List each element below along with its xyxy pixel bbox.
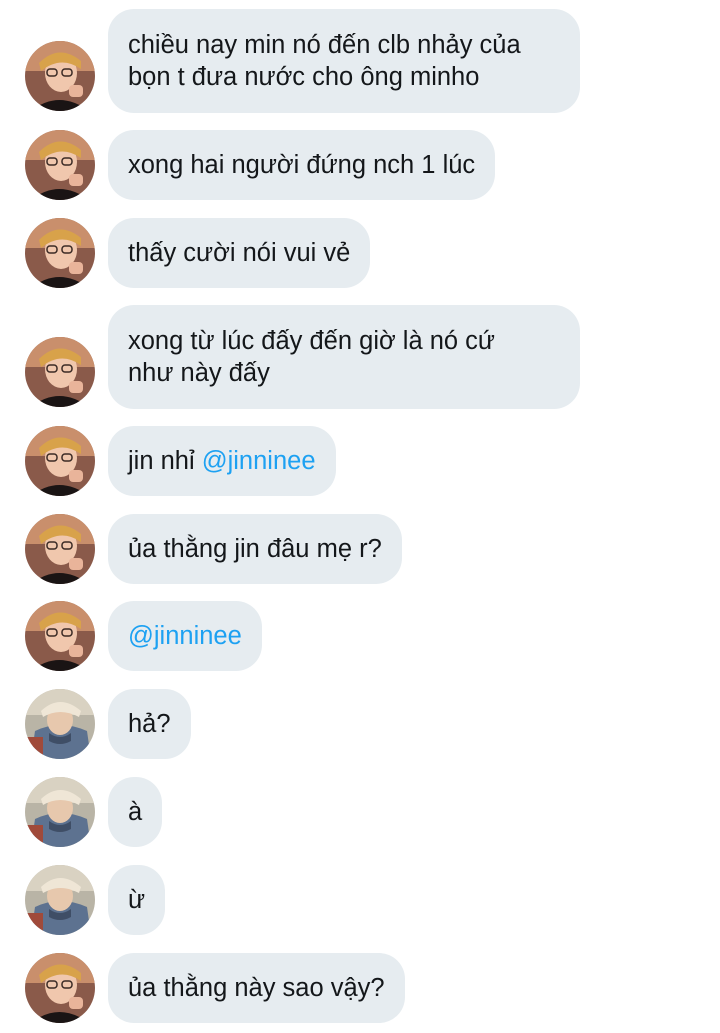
message-text: hả? (128, 710, 171, 738)
message-bubble[interactable]: xong từ lúc đấy đến giờ là nó cứ như này… (108, 305, 580, 409)
message-bubble[interactable]: ủa thằng jin đâu mẹ r? (108, 514, 402, 584)
avatar-user-b[interactable] (25, 865, 95, 935)
avatar-user-b[interactable] (25, 689, 95, 759)
message-bubble[interactable]: hả? (108, 689, 191, 759)
message-row: xong từ lúc đấy đến giờ là nó cứ như này… (0, 305, 720, 409)
message-row: ừ (0, 865, 720, 935)
message-text-line: bọn t đưa nước cho ông minho (128, 63, 480, 91)
avatar-photo-icon (25, 953, 95, 1023)
avatar-photo-icon (25, 601, 95, 671)
avatar-photo-icon (25, 41, 95, 111)
mention-link[interactable]: @jinninee (128, 620, 242, 652)
message-row: xong hai người đứng nch 1 lúc (0, 130, 720, 200)
message-row: @jinninee (0, 601, 720, 671)
message-thread: chiều nay min nó đến clb nhảy của bọn t … (0, 0, 720, 1033)
message-row: chiều nay min nó đến clb nhảy của bọn t … (0, 9, 720, 113)
avatar-photo-icon (25, 218, 95, 288)
message-bubble[interactable]: ủa thằng này sao vậy? (108, 953, 405, 1023)
message-row: ủa thằng jin đâu mẹ r? (0, 514, 720, 584)
avatar-user-a[interactable] (25, 601, 95, 671)
avatar-photo-icon (25, 514, 95, 584)
avatar-photo-icon (25, 426, 95, 496)
message-row: ủa thằng này sao vậy? (0, 953, 720, 1023)
message-row: hả? (0, 689, 720, 759)
avatar-photo-icon (25, 130, 95, 200)
avatar-user-a[interactable] (25, 337, 95, 407)
mention-link[interactable]: @jinninee (202, 447, 316, 475)
message-bubble[interactable]: jin nhỉ @jinninee (108, 426, 336, 496)
message-row: jin nhỉ @jinninee (0, 426, 720, 496)
avatar-photo-icon (25, 865, 95, 935)
message-text: xong hai người đứng nch 1 lúc (128, 151, 476, 179)
message-bubble[interactable]: thấy cười nói vui vẻ (108, 218, 371, 288)
message-bubble[interactable]: @jinninee (108, 601, 262, 671)
avatar-photo-icon (25, 689, 95, 759)
message-row: à (0, 777, 720, 847)
avatar-photo-icon (25, 777, 95, 847)
message-text: ủa thằng jin đâu mẹ r? (128, 535, 382, 563)
avatar-user-a[interactable] (25, 514, 95, 584)
avatar-user-b[interactable] (25, 777, 95, 847)
message-text: ừ (128, 886, 146, 914)
avatar-user-a[interactable] (25, 130, 95, 200)
message-text: ủa thằng này sao vậy? (128, 974, 385, 1002)
avatar-photo-icon (25, 337, 95, 407)
avatar-user-a[interactable] (25, 218, 95, 288)
message-text-line: chiều nay min nó đến clb nhảy của (128, 31, 521, 59)
message-text: à (128, 798, 143, 826)
message-bubble[interactable]: ừ (108, 865, 166, 935)
avatar-user-a[interactable] (25, 426, 95, 496)
message-bubble[interactable]: xong hai người đứng nch 1 lúc (108, 130, 496, 200)
message-text: thấy cười nói vui vẻ (128, 239, 351, 267)
message-row: thấy cười nói vui vẻ (0, 218, 720, 288)
avatar-user-a[interactable] (25, 953, 95, 1023)
message-text: jin nhỉ (128, 447, 202, 475)
message-text-line: như này đấy (128, 359, 270, 387)
message-text-line: xong từ lúc đấy đến giờ là nó cứ (128, 327, 495, 355)
avatar-user-a[interactable] (25, 41, 95, 111)
message-bubble[interactable]: à (108, 777, 163, 847)
message-bubble[interactable]: chiều nay min nó đến clb nhảy của bọn t … (108, 9, 580, 113)
